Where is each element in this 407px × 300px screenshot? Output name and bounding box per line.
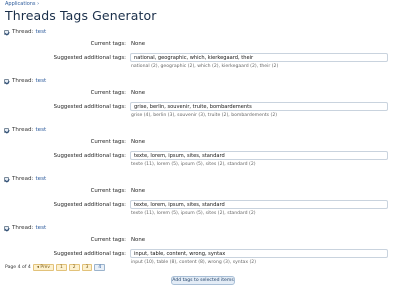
- suggested-tags-hint: national (2), geographic (2), which (2),…: [131, 64, 279, 69]
- thread-block: Thread: test Current tags: None Suggeste…: [0, 125, 407, 173]
- suggested-tags-input[interactable]: texte, lorem, ipsum, sites, standard: [130, 200, 388, 209]
- page: Applications › Threads Tags Generator Th…: [0, 0, 407, 300]
- page-2-button[interactable]: 2: [68, 263, 80, 271]
- current-tags-value: None: [131, 188, 146, 194]
- thread-header: Thread: test: [4, 76, 46, 86]
- thread-checkbox[interactable]: [4, 225, 9, 231]
- current-tags-label: Current tags:: [90, 139, 126, 145]
- current-tags-value: None: [131, 139, 146, 145]
- suggested-tags-label: Suggested additional tags:: [53, 55, 126, 61]
- suggested-tags-hint: texte (11), lorem (5), ipsum (5), sites …: [131, 162, 256, 167]
- thread-link[interactable]: test: [35, 176, 46, 182]
- current-tags-value: None: [131, 41, 146, 47]
- thread-label: Thread:: [12, 29, 34, 35]
- suggested-tags-label: Suggested additional tags:: [53, 251, 126, 257]
- page-count-label: Page 4 of 4: [5, 264, 31, 270]
- suggested-tags-hint: grise (4), berlin (3), souvenir (3), tru…: [131, 113, 278, 118]
- suggested-tags-label: Suggested additional tags:: [53, 153, 126, 159]
- suggested-tags-label: Suggested additional tags:: [53, 202, 126, 208]
- suggested-tags-input[interactable]: texte, lorem, ipsum, sites, standard: [130, 151, 388, 160]
- suggested-tags-hint: input (10), table (8), content (8), wron…: [131, 260, 257, 265]
- suggested-tags-label: Suggested additional tags:: [53, 104, 126, 110]
- suggested-tags-input[interactable]: input, table, content, wrong, syntax: [130, 249, 388, 258]
- current-tags-value: None: [131, 237, 146, 243]
- thread-checkbox[interactable]: [4, 127, 9, 133]
- thread-label: Thread:: [12, 225, 34, 231]
- suggested-tags-input[interactable]: national, geographic, which, kierkegaard…: [130, 53, 388, 62]
- current-tags-label: Current tags:: [90, 41, 126, 47]
- thread-link[interactable]: test: [35, 29, 46, 35]
- current-tags-label: Current tags:: [90, 90, 126, 96]
- current-tags-label: Current tags:: [90, 237, 126, 243]
- page-1-button[interactable]: 1: [55, 263, 67, 271]
- thread-block: Thread: test Current tags: None Suggeste…: [0, 76, 407, 124]
- thread-header: Thread: test: [4, 223, 46, 233]
- thread-header: Thread: test: [4, 174, 46, 184]
- thread-header: Thread: test: [4, 125, 46, 135]
- current-tags-value: None: [131, 90, 146, 96]
- thread-link[interactable]: test: [35, 127, 46, 133]
- suggested-tags-input[interactable]: grise, berlin, souvenir, truite, bombard…: [130, 102, 388, 111]
- current-tags-label: Current tags:: [90, 188, 126, 194]
- thread-header: Thread: test: [4, 27, 46, 37]
- page-3-button[interactable]: 3: [81, 263, 93, 271]
- prev-page-button[interactable]: ◂ Prev: [32, 263, 54, 271]
- add-tags-button[interactable]: Add tags to selected items: [171, 276, 235, 285]
- thread-label: Thread:: [12, 176, 34, 182]
- thread-checkbox[interactable]: [4, 78, 9, 84]
- suggested-tags-hint: texte (11), lorem (5), ipsum (5), sites …: [131, 211, 256, 216]
- page-4-button[interactable]: 4: [94, 263, 106, 271]
- thread-checkbox[interactable]: [4, 176, 9, 182]
- thread-link[interactable]: test: [35, 78, 46, 84]
- thread-block: Thread: test Current tags: None Suggeste…: [0, 27, 407, 75]
- thread-link[interactable]: test: [35, 225, 46, 231]
- thread-checkbox[interactable]: [4, 29, 9, 35]
- breadcrumb[interactable]: Applications ›: [5, 1, 39, 7]
- thread-block: Thread: test Current tags: None Suggeste…: [0, 174, 407, 222]
- thread-label: Thread:: [12, 78, 34, 84]
- page-title: Threads Tags Generator: [5, 8, 157, 23]
- thread-label: Thread:: [12, 127, 34, 133]
- pagination: Page 4 of 4 ◂ Prev 1 2 3 4: [5, 263, 106, 271]
